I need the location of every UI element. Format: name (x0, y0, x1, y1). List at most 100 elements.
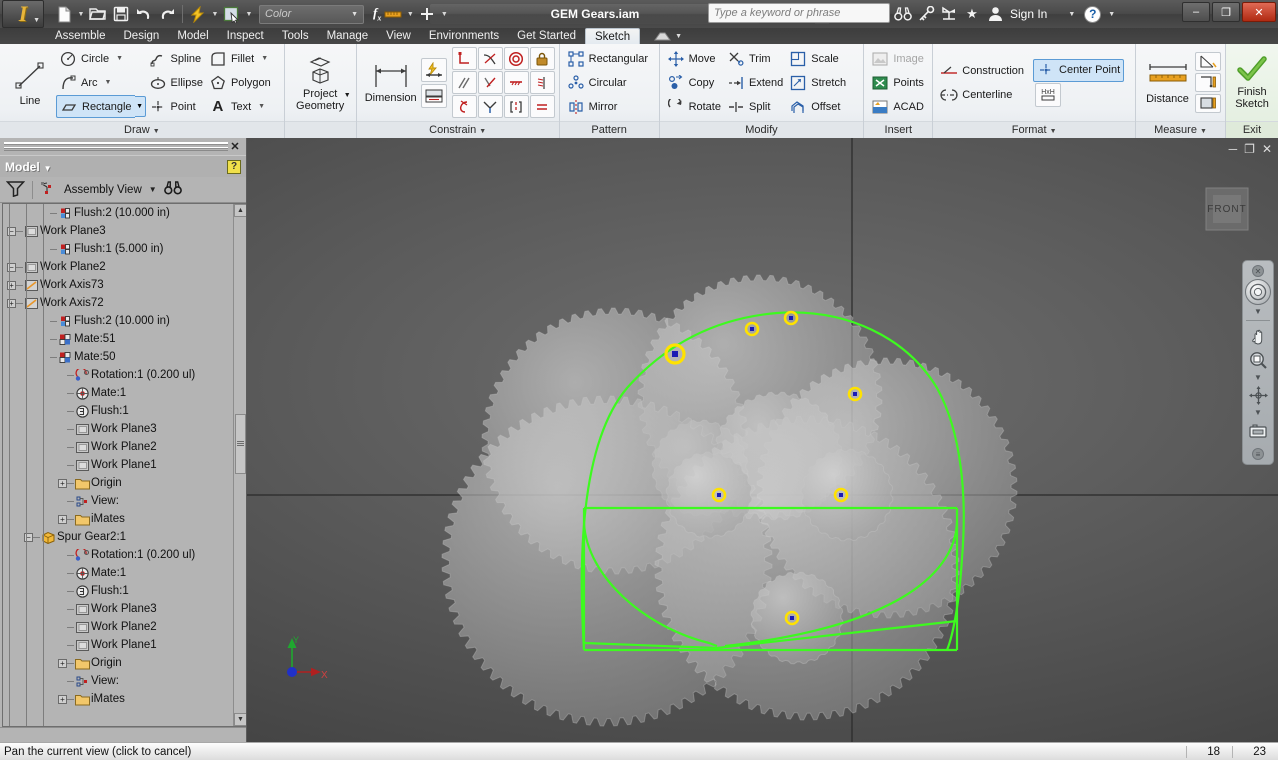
draw-panel-title[interactable]: Draw▼ (0, 121, 284, 138)
ribbon-tab-get-started[interactable]: Get Started (508, 28, 585, 44)
ribbon-tab-model[interactable]: Model (168, 28, 217, 44)
new-file-button[interactable] (53, 3, 75, 25)
equal-constraint-button[interactable] (530, 95, 555, 118)
tree-node[interactable]: Work Plane2 (3, 438, 246, 456)
dimension-tool-button[interactable]: Dimension (361, 62, 421, 104)
stretch-button[interactable]: Stretch (786, 71, 849, 94)
tree-scrollbar[interactable]: ▲ ▼ (233, 204, 246, 726)
browser-title[interactable]: Model▼ (5, 160, 52, 174)
save-button[interactable] (110, 3, 132, 25)
measure-area-button[interactable] (1195, 94, 1221, 113)
rectangle-tool-dropdown[interactable]: ▼ (135, 96, 146, 117)
extend-button[interactable]: Extend (724, 71, 786, 94)
parameters-button[interactable]: fx (373, 5, 381, 23)
offset-button[interactable]: Offset (786, 95, 849, 118)
ribbon-display-options[interactable]: ▼ (654, 31, 682, 42)
ribbon-tab-sketch[interactable]: Sketch (585, 28, 640, 44)
tree-node[interactable]: Flush:1 (3, 582, 246, 600)
format-panel-title[interactable]: Format▼ (933, 121, 1135, 138)
chevron-down-icon[interactable]: ▼ (105, 79, 112, 86)
assembly-view-label[interactable]: Assembly View (64, 184, 142, 196)
construction-button[interactable]: Construction (937, 59, 1027, 82)
horizontal-constraint-button[interactable] (504, 71, 529, 94)
tree-node[interactable]: Work Plane3 (3, 420, 246, 438)
constraint-settings-button[interactable] (421, 84, 447, 108)
ellipse-tool-button[interactable]: Ellipse (146, 71, 206, 94)
text-tool-button[interactable]: A Text ▼ (206, 95, 274, 118)
measure-qat-dropdown[interactable]: ▼ (405, 3, 415, 25)
color-selector[interactable]: Color ▼ (259, 5, 364, 24)
application-menu-button[interactable]: I ▼ (2, 0, 44, 28)
help-dropdown-icon[interactable]: ▼ (1108, 11, 1115, 18)
collinear-constraint-button[interactable] (504, 95, 529, 118)
tree-node[interactable]: Work Plane1 (3, 456, 246, 474)
select-mode-button[interactable] (221, 3, 243, 25)
tree-node[interactable]: +iMates (3, 510, 246, 528)
sign-in-label[interactable]: Sign In (1010, 7, 1047, 21)
tree-node[interactable]: Work Plane3 (3, 600, 246, 618)
filter-icon[interactable] (6, 180, 25, 200)
tree-node[interactable]: +Work Axis73 (3, 276, 246, 294)
user-account-icon[interactable] (985, 2, 1005, 26)
perpendicular-constraint-button[interactable] (452, 47, 477, 70)
tree-expander[interactable]: + (58, 479, 67, 488)
circle-tool-button[interactable]: Circle ▼ (56, 47, 146, 70)
smooth-constraint-button[interactable] (452, 95, 477, 118)
help-icon[interactable]: ? (1084, 6, 1101, 23)
new-file-dropdown[interactable]: ▼ (76, 3, 86, 25)
star-icon[interactable]: ★ (962, 2, 982, 26)
centerline-button[interactable]: Centerline (937, 83, 1027, 106)
center-point-button[interactable]: Center Point (1033, 59, 1124, 82)
scroll-down-button[interactable]: ▼ (234, 713, 246, 726)
search-input[interactable]: Type a keyword or phrase (708, 3, 890, 23)
copy-button[interactable]: Copy (664, 71, 724, 94)
tree-expander[interactable]: + (58, 695, 67, 704)
open-file-button[interactable] (87, 3, 109, 25)
ribbon-tab-tools[interactable]: Tools (273, 28, 318, 44)
undo-button[interactable] (133, 3, 155, 25)
project-geometry-button[interactable]: Project Geometry ▼ (289, 54, 352, 112)
chevron-down-icon[interactable]: ▼ (344, 92, 351, 99)
tree-node[interactable]: Flush:2 (10.000 in) (3, 312, 246, 330)
redo-button[interactable] (156, 3, 178, 25)
tree-node[interactable]: Mate:51 (3, 330, 246, 348)
close-button[interactable]: ✕ (1242, 2, 1276, 22)
auto-dimension-button[interactable] (421, 58, 447, 82)
tree-node[interactable]: +Origin (3, 654, 246, 672)
tree-node[interactable]: Mate:1 (3, 564, 246, 582)
tree-node[interactable]: +Work Axis72 (3, 294, 246, 312)
mirror-button[interactable]: Mirror (564, 95, 651, 118)
ribbon-tab-environments[interactable]: Environments (420, 28, 508, 44)
model-tree[interactable]: Flush:2 (10.000 in) −Work Plane3Flush:1 (… (2, 203, 246, 727)
tree-node[interactable]: Mate:1 (3, 384, 246, 402)
tree-node[interactable]: View: (3, 492, 246, 510)
ribbon-tab-design[interactable]: Design (115, 28, 169, 44)
select-mode-dropdown[interactable]: ▼ (244, 3, 254, 25)
move-button[interactable]: Move (664, 47, 724, 70)
tree-node[interactable]: Work Plane2 (3, 618, 246, 636)
vertical-constraint-button[interactable] (530, 71, 555, 94)
chevron-down-icon[interactable]: ▼ (258, 103, 265, 110)
trim-button[interactable]: Trim (724, 47, 786, 70)
tree-node[interactable]: Rotation:1 (0.200 ul) (3, 366, 246, 384)
key-icon[interactable] (916, 2, 936, 26)
rotate-button[interactable]: Rotate (664, 95, 724, 118)
insert-image-button[interactable]: Image (868, 47, 927, 70)
tree-node[interactable]: Flush:1 (5.000 in) (3, 240, 246, 258)
minimize-button[interactable]: – (1182, 2, 1210, 22)
coincident-constraint-button[interactable] (478, 71, 503, 94)
tree-node[interactable]: −Work Plane3 (3, 222, 246, 240)
rectangle-tool-button[interactable]: Rectangle (56, 95, 135, 118)
ribbon-tab-inspect[interactable]: Inspect (218, 28, 273, 44)
tree-expander[interactable]: + (58, 659, 67, 668)
arc-tool-button[interactable]: Arc ▼ (56, 71, 146, 94)
point-tool-button[interactable]: Point (146, 95, 206, 118)
update-dropdown[interactable]: ▼ (210, 3, 220, 25)
line-tool-button[interactable]: Line (4, 59, 56, 107)
finish-sketch-button[interactable]: Finish Sketch (1230, 56, 1274, 110)
tree-node[interactable]: +iMates (3, 690, 246, 708)
measure-panel-title[interactable]: Measure▼ (1136, 121, 1225, 138)
help-icon[interactable]: ? (227, 160, 241, 174)
driven-dimension-button[interactable]: HxH (1035, 83, 1061, 107)
update-button[interactable] (187, 3, 209, 25)
